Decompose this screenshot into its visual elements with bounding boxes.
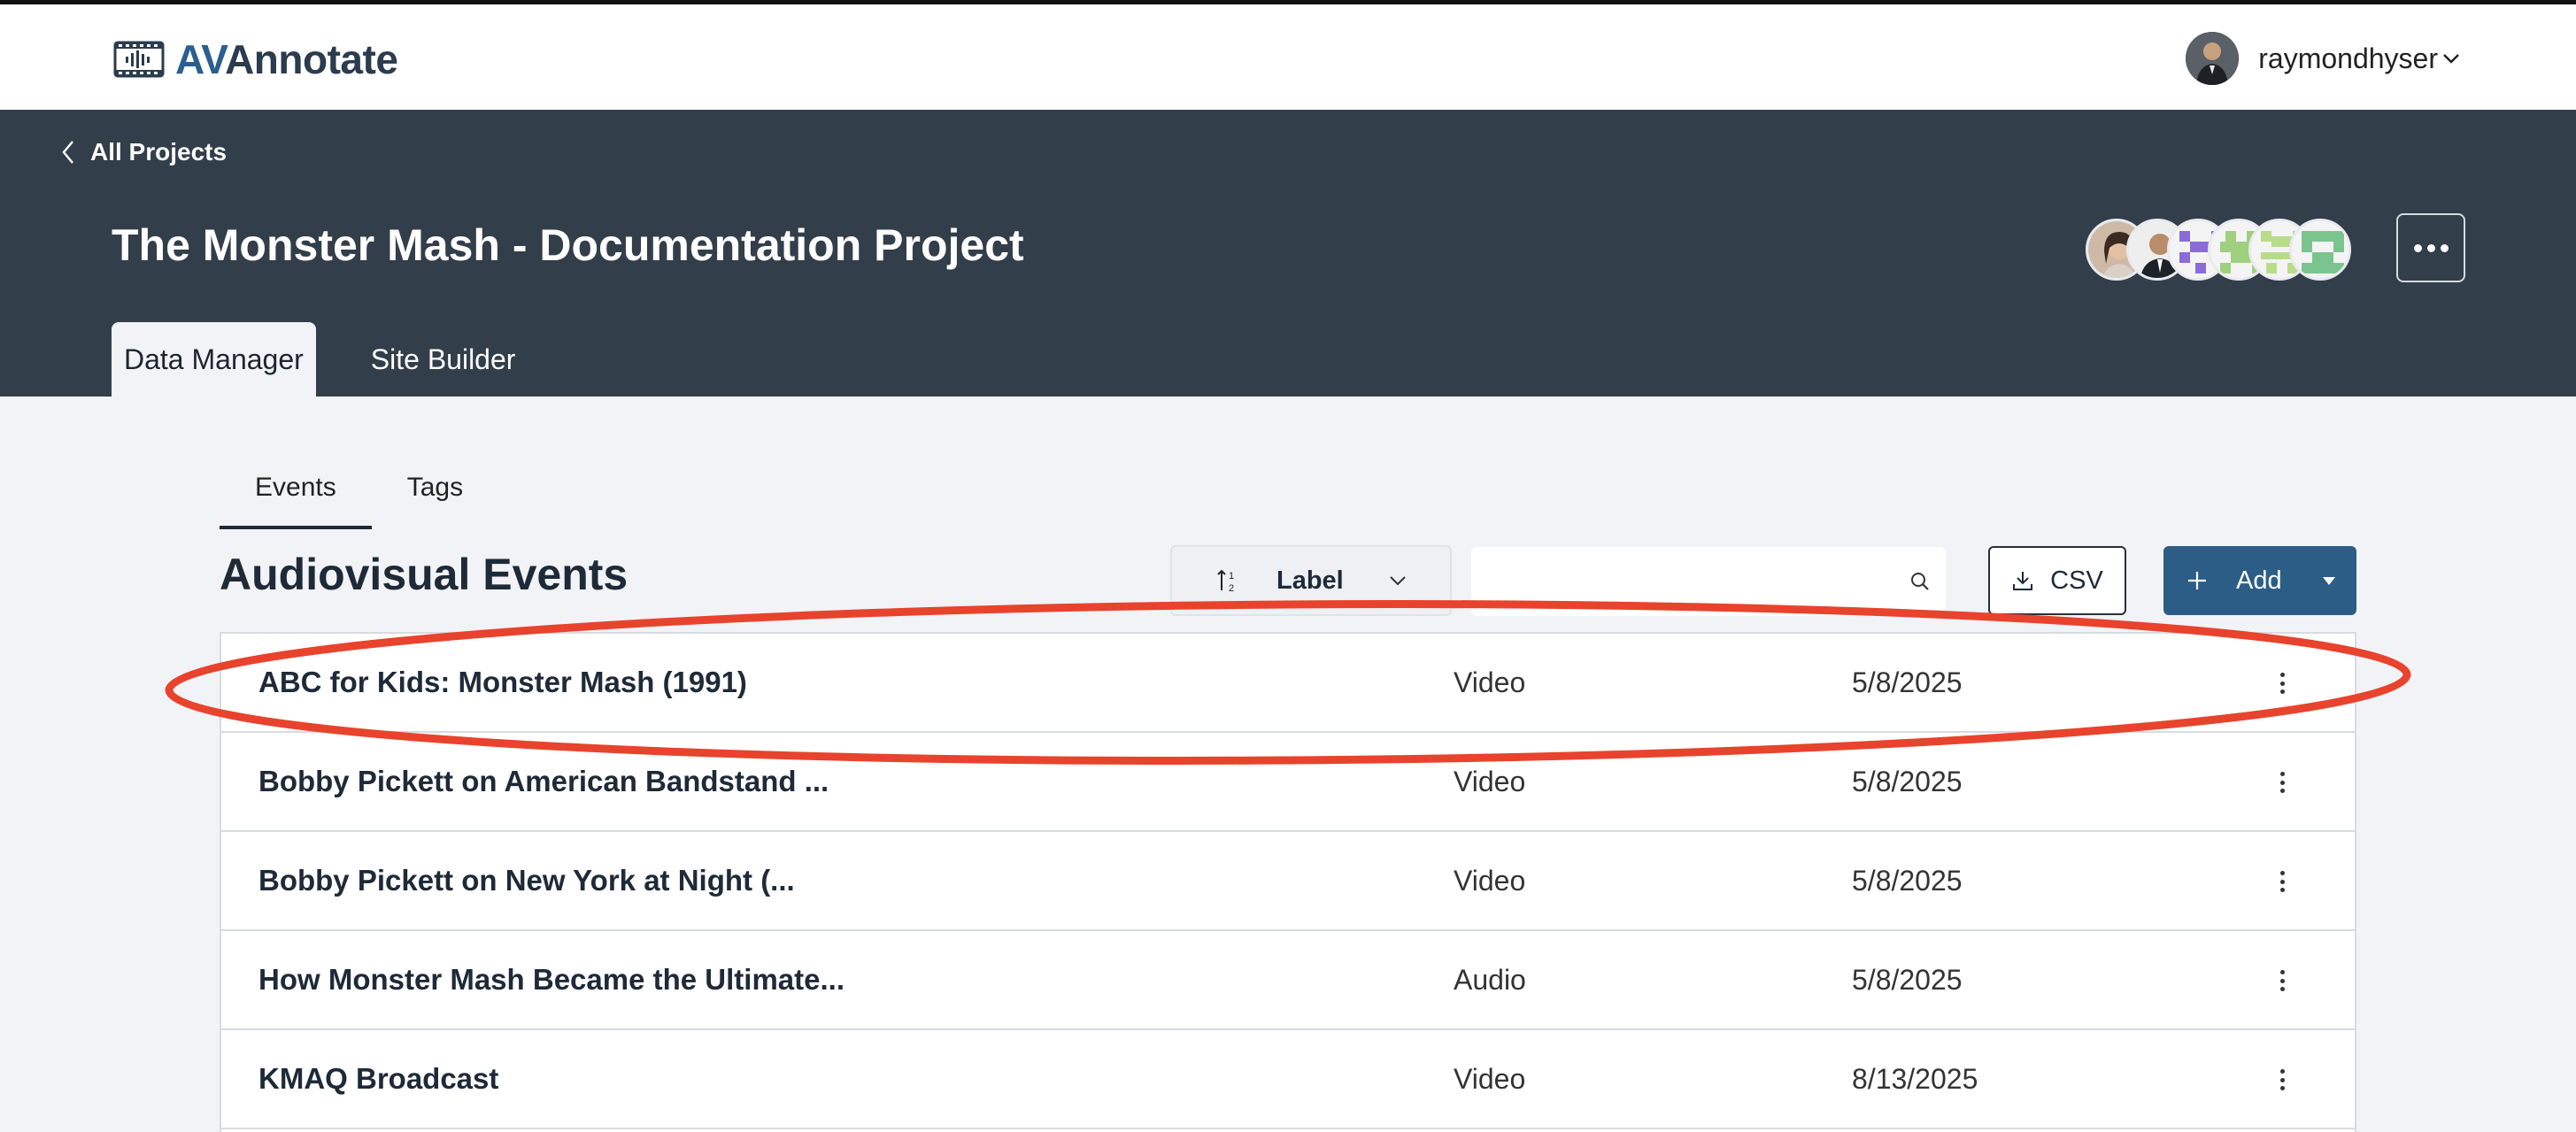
project-members[interactable] [2086, 215, 2351, 286]
export-csv-button[interactable]: CSV [1988, 546, 2126, 615]
tab-events[interactable]: Events [220, 453, 372, 529]
member-identicon-icon [2292, 221, 2348, 278]
table-row[interactable]: Bobby Pickett on American Bandstand ... … [221, 733, 2355, 832]
content-subtabs: Events Tags [220, 453, 498, 529]
event-label[interactable]: KMAQ Broadcast [258, 1030, 498, 1128]
tab-site-builder[interactable]: Site Builder [359, 322, 528, 397]
row-menu-icon[interactable] [2271, 768, 2293, 797]
row-menu-icon[interactable] [2271, 669, 2293, 697]
event-type: Audio [1454, 964, 1526, 996]
search-box[interactable] [1471, 547, 1946, 616]
app-logo[interactable]: AVAnnotate [113, 35, 398, 84]
user-photo-icon [2186, 32, 2240, 85]
dot-icon [2413, 243, 2422, 252]
event-date: 5/8/2025 [1852, 766, 1963, 797]
sort-dropdown[interactable]: 1 2 Label [1170, 545, 1452, 616]
project-header: All Projects The Monster Mash - Document… [0, 110, 2576, 397]
tab-tags[interactable]: Tags [372, 453, 498, 529]
event-date: 8/13/2025 [1852, 1063, 1978, 1095]
event-type: Video [1454, 666, 1526, 698]
download-icon [2013, 572, 2033, 590]
user-name[interactable]: raymondhyser [2258, 42, 2438, 75]
svg-text:1: 1 [1229, 571, 1234, 581]
event-date: 5/8/2025 [1852, 865, 1963, 897]
csv-label[interactable]: CSV [2050, 566, 2103, 596]
chevron-down-icon[interactable] [2441, 52, 2461, 65]
tab-data-manager[interactable]: Data Manager [112, 322, 316, 397]
table-row[interactable]: Bobby Pickett on New York at Night (... … [221, 832, 2355, 931]
member-avatar[interactable] [2289, 219, 2351, 281]
event-type: Video [1454, 865, 1526, 897]
event-date: 5/8/2025 [1852, 964, 1963, 996]
events-table: ABC for Kids: Monster Mash (1991) Video … [220, 632, 2356, 1132]
event-date: 5/8/2025 [1852, 666, 1963, 698]
search-input[interactable] [1489, 555, 1896, 608]
project-title: The Monster Mash - Documentation Project [112, 220, 1024, 270]
sort-label[interactable]: Label [1276, 566, 1344, 596]
chevron-down-icon [1390, 576, 1406, 586]
back-label[interactable]: All Projects [90, 138, 227, 166]
event-label[interactable]: Bobby Pickett on American Bandstand ... [258, 733, 829, 830]
row-menu-icon[interactable] [2271, 867, 2293, 896]
chevron-left-icon [62, 141, 73, 164]
svg-text:2: 2 [1229, 583, 1234, 594]
table-row[interactable]: ABC for Kids: Monster Mash (1991) Video … [221, 634, 2355, 733]
table-row[interactable]: How Monster Mash Became the Ultimate... … [221, 931, 2355, 1030]
add-button[interactable]: Add [2163, 546, 2356, 615]
event-type: Video [1454, 1063, 1526, 1095]
top-navbar: AVAnnotate raymondhyser [0, 4, 2576, 110]
row-menu-icon[interactable] [2271, 966, 2293, 995]
search-icon[interactable] [1909, 570, 1932, 593]
user-menu[interactable]: raymondhyser [2186, 31, 2461, 86]
event-label[interactable]: Bobby Pickett on New York at Night (... [258, 832, 795, 929]
table-row[interactable]: KMAQ Broadcast Video 8/13/2025 [221, 1030, 2355, 1129]
logo-text: AVAnnotate [175, 35, 398, 83]
back-to-projects-link[interactable]: All Projects [60, 138, 227, 166]
event-label[interactable]: How Monster Mash Became the Ultimate... [258, 931, 845, 1028]
logo-text-prefix: AV [175, 36, 226, 82]
section-title: Audiovisual Events [220, 550, 629, 599]
user-avatar[interactable] [2186, 32, 2240, 85]
row-menu-icon[interactable] [2271, 1066, 2293, 1094]
project-tabs: Data Manager Site Builder [112, 322, 528, 397]
add-label[interactable]: Add [2236, 566, 2282, 596]
film-audio-logo-icon [113, 41, 165, 78]
more-options-button[interactable] [2396, 213, 2465, 282]
event-label[interactable]: ABC for Kids: Monster Mash (1991) [258, 634, 747, 731]
caret-down-icon[interactable] [2321, 575, 2337, 586]
plus-icon [2188, 572, 2206, 589]
dot-icon [2440, 243, 2449, 252]
dot-icon [2426, 243, 2435, 252]
event-type: Video [1454, 766, 1526, 797]
sort-icon: 1 2 [1217, 569, 1234, 594]
logo-text-suffix: Annotate [225, 36, 398, 82]
